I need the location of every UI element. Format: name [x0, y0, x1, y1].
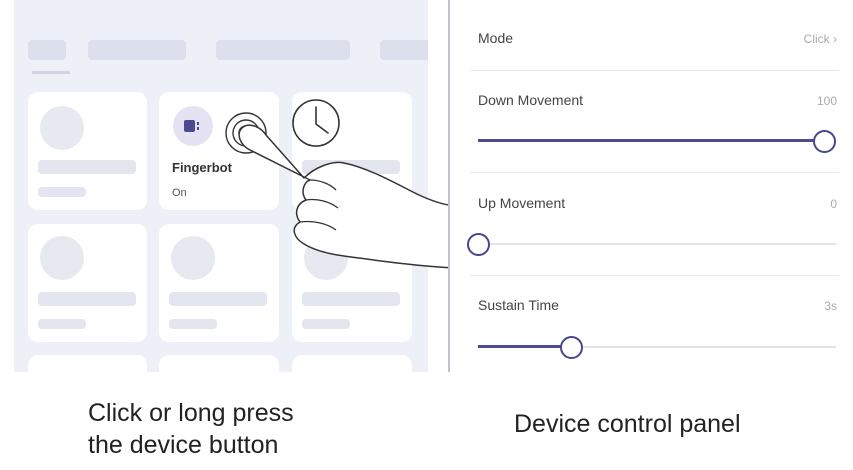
card-text-placeholder — [169, 319, 217, 329]
slider-thumb[interactable] — [467, 233, 490, 256]
device-icon — [173, 106, 213, 146]
card-icon-placeholder — [171, 236, 215, 280]
slider-thumb[interactable] — [560, 336, 583, 359]
card-text-placeholder — [169, 292, 267, 306]
device-name: Fingerbot — [172, 160, 232, 175]
card-icon-placeholder — [40, 236, 84, 280]
caption-right: Device control panel — [514, 410, 741, 438]
tab-placeholder-4[interactable] — [380, 40, 428, 60]
sustain-time-value: 3s — [824, 299, 837, 313]
device-status: On — [172, 187, 187, 199]
card-icon-placeholder — [304, 236, 348, 280]
slider-fill — [478, 345, 571, 348]
tab-underline — [32, 71, 70, 74]
device-control-panel: Mode Click › Down Movement 100 Up Moveme… — [448, 0, 853, 372]
mode-value[interactable]: Click › — [804, 32, 837, 46]
device-card-placeholder[interactable] — [159, 224, 279, 342]
sustain-time-slider[interactable] — [478, 335, 836, 359]
card-text-placeholder — [38, 292, 136, 306]
up-movement-slider[interactable] — [467, 232, 836, 256]
sustain-time-row: Sustain Time 3s — [478, 297, 837, 317]
down-movement-label: Down Movement — [478, 92, 584, 108]
card-text-placeholder — [302, 160, 400, 174]
card-text-placeholder — [302, 292, 400, 306]
mode-label: Mode — [478, 30, 514, 46]
divider — [470, 275, 839, 276]
card-icon-placeholder — [40, 106, 84, 150]
card-text-placeholder — [38, 160, 136, 174]
up-movement-value: 0 — [830, 197, 837, 211]
device-card-placeholder[interactable] — [292, 92, 412, 210]
device-card-placeholder[interactable] — [28, 355, 147, 372]
mode-row[interactable]: Mode Click › — [478, 30, 837, 50]
down-movement-slider[interactable] — [478, 129, 836, 153]
device-card-fingerbot[interactable]: Fingerbot On — [159, 92, 279, 210]
device-card-placeholder[interactable] — [159, 355, 279, 372]
device-card-placeholder[interactable] — [28, 224, 147, 342]
divider — [470, 70, 839, 71]
divider — [470, 172, 839, 173]
device-card-placeholder[interactable] — [28, 92, 147, 210]
slider-track — [478, 243, 836, 245]
tab-placeholder-3[interactable] — [216, 40, 350, 60]
caption-left-line2: the device button — [88, 431, 279, 459]
card-text-placeholder — [38, 319, 86, 329]
device-card-placeholder[interactable] — [292, 355, 412, 372]
sustain-time-label: Sustain Time — [478, 297, 559, 313]
caption-left-line1: Click or long press — [88, 399, 294, 427]
tab-placeholder-1[interactable] — [28, 40, 66, 60]
card-text-placeholder — [302, 319, 350, 329]
down-movement-value: 100 — [816, 94, 837, 108]
home-screen: Fingerbot On — [14, 0, 428, 372]
up-movement-label: Up Movement — [478, 195, 566, 211]
card-text-placeholder — [38, 187, 86, 197]
up-movement-row: Up Movement 0 — [478, 195, 837, 215]
slider-fill — [478, 139, 824, 142]
down-movement-row: Down Movement 100 — [478, 92, 837, 112]
slider-thumb[interactable] — [813, 130, 836, 153]
device-card-placeholder[interactable] — [292, 224, 412, 342]
caption-left: Click or long press the device button — [88, 397, 408, 461]
tab-placeholder-2[interactable] — [88, 40, 186, 60]
